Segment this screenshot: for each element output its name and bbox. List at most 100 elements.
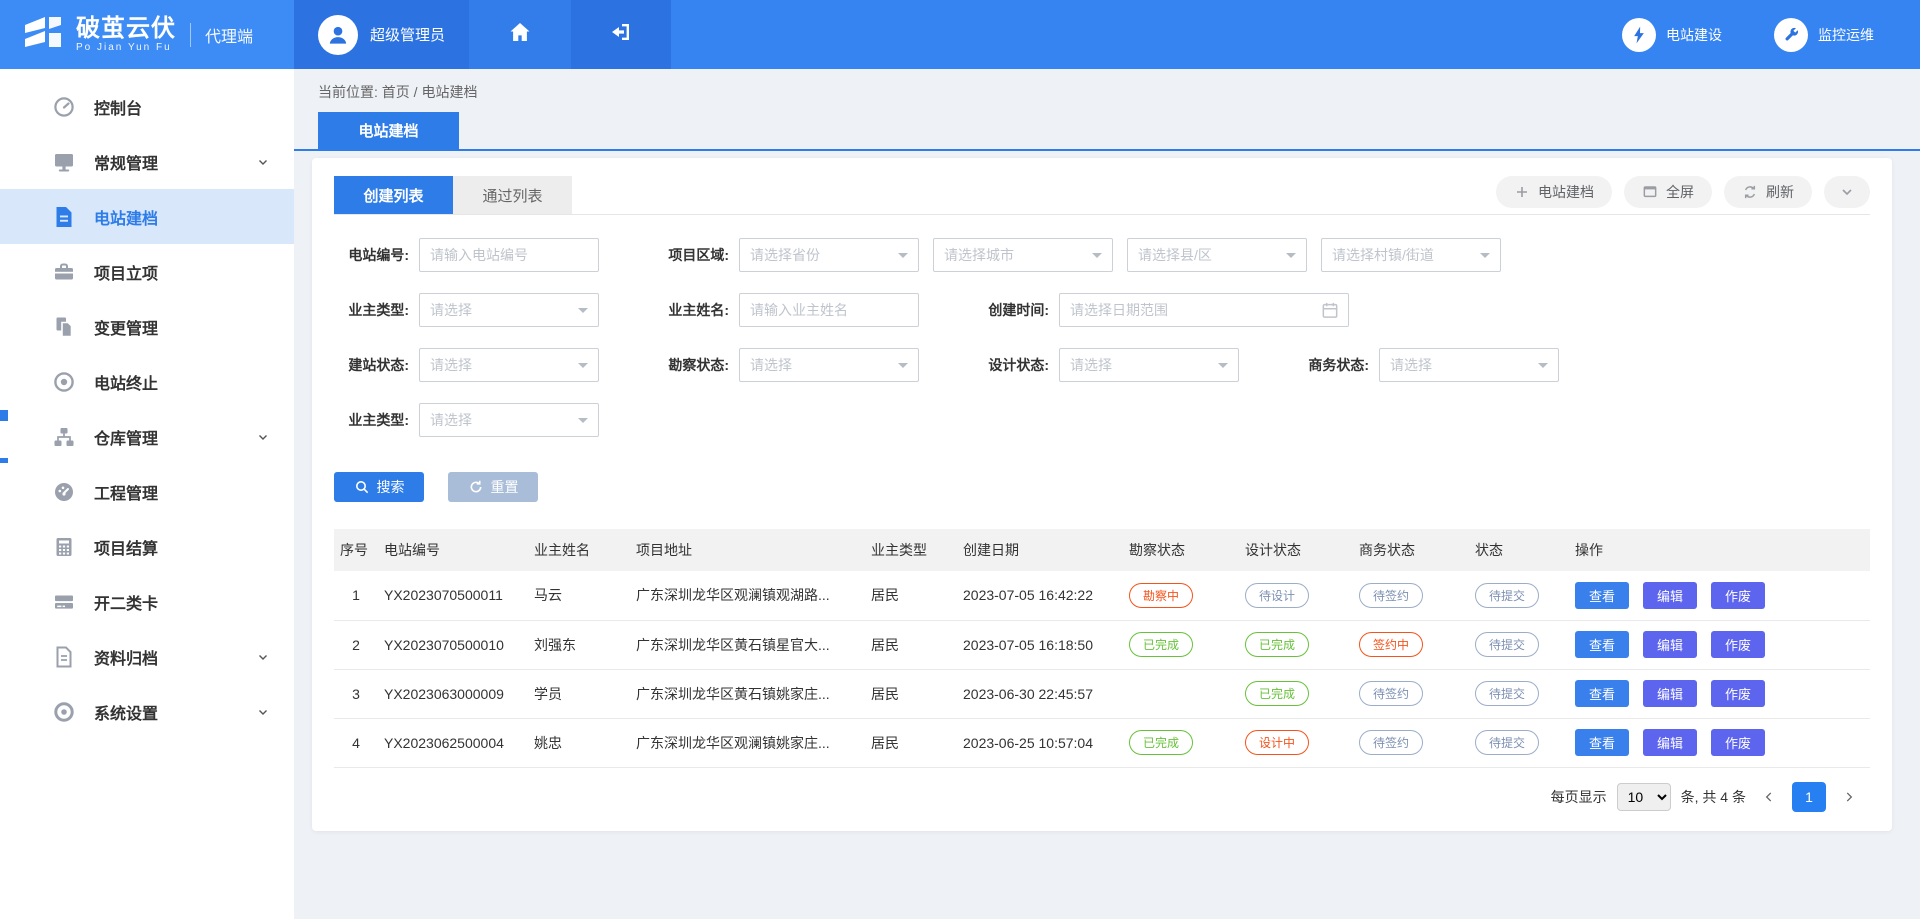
- station-code-input[interactable]: [419, 238, 599, 272]
- sidebar-item-label: 资料归档: [94, 645, 158, 669]
- logout-button[interactable]: [571, 0, 671, 69]
- next-page-button[interactable]: [1836, 782, 1862, 812]
- owner-type-label: 业主类型:: [334, 300, 419, 320]
- sidebar-item-station-termination[interactable]: 电站终止: [0, 354, 294, 409]
- edit-button[interactable]: 编辑: [1643, 729, 1697, 756]
- home-button[interactable]: [469, 0, 571, 69]
- user-name: 超级管理员: [370, 24, 445, 45]
- sidebar-item-warehouse-mgmt[interactable]: 仓库管理: [0, 409, 294, 464]
- district-select[interactable]: 请选择县/区: [1127, 238, 1307, 272]
- caret-down-icon: [898, 363, 908, 373]
- top-header: 破茧云伏 Po Jian Yun Fu 代理端 超级管理员 电站建设: [0, 0, 1920, 69]
- page-number-button[interactable]: 1: [1792, 782, 1826, 812]
- sidebar-scroll-indicator: [0, 410, 8, 421]
- collapse-toolbar-button[interactable]: [1824, 176, 1870, 208]
- owner-type-select[interactable]: 请选择: [419, 293, 599, 327]
- city-select[interactable]: 请选择城市: [933, 238, 1113, 272]
- page-tab-bar: 电站建档: [294, 112, 1920, 151]
- nav-station-construction[interactable]: 电站建设: [1622, 18, 1722, 52]
- create-station-button[interactable]: 电站建档: [1496, 176, 1612, 208]
- cell-seq: 3: [334, 669, 378, 718]
- business-status-badge: 待签约: [1359, 730, 1423, 755]
- owner-type2-select[interactable]: 请选择: [419, 403, 599, 437]
- col-created: 创建日期: [957, 529, 1123, 571]
- cell-address: 广东深圳龙华区观澜镇观湖路...: [630, 571, 865, 620]
- page-tab-station-archive[interactable]: 电站建档: [318, 112, 459, 149]
- col-status: 状态: [1469, 529, 1569, 571]
- nav-monitoring-ops[interactable]: 监控运维: [1774, 18, 1874, 52]
- void-button[interactable]: 作废: [1711, 631, 1765, 658]
- user-menu[interactable]: 超级管理员: [294, 0, 469, 69]
- city-placeholder: 请选择城市: [944, 245, 1014, 265]
- search-button[interactable]: 搜索: [334, 472, 424, 502]
- prev-page-button[interactable]: [1756, 782, 1782, 812]
- view-button[interactable]: 查看: [1575, 680, 1629, 707]
- card-icon: [52, 590, 76, 614]
- search-label: 搜索: [377, 477, 405, 497]
- void-button[interactable]: 作废: [1711, 729, 1765, 756]
- chevron-down-icon: [1839, 184, 1855, 200]
- owner-name-input[interactable]: [739, 293, 919, 327]
- tab-passed-list[interactable]: 通过列表: [453, 176, 572, 214]
- caret-down-icon: [1538, 363, 1548, 373]
- province-select[interactable]: 请选择省份: [739, 238, 919, 272]
- col-survey: 勘察状态: [1123, 529, 1239, 571]
- cell-type: 居民: [865, 620, 957, 669]
- breadcrumb-path[interactable]: 首页 / 电站建档: [382, 84, 478, 100]
- owner-type-placeholder: 请选择: [430, 300, 472, 320]
- per-page-select[interactable]: 10: [1617, 783, 1671, 811]
- cell-code: YX2023070500011: [378, 571, 528, 620]
- breadcrumb-label: 当前位置:: [318, 84, 378, 100]
- survey-status-select[interactable]: 请选择: [739, 348, 919, 382]
- calculator-icon: [52, 535, 76, 559]
- sidebar-item-label: 项目立项: [94, 260, 158, 284]
- view-button[interactable]: 查看: [1575, 582, 1629, 609]
- tab-create-list[interactable]: 创建列表: [334, 176, 453, 214]
- col-actions: 操作: [1569, 529, 1870, 571]
- caret-down-icon: [578, 418, 588, 428]
- col-business: 商务状态: [1353, 529, 1469, 571]
- nav-monitoring-ops-label: 监控运维: [1818, 25, 1874, 45]
- business-status-select[interactable]: 请选择: [1379, 348, 1559, 382]
- col-address: 项目地址: [630, 529, 865, 571]
- edit-button[interactable]: 编辑: [1643, 582, 1697, 609]
- design-status-select[interactable]: 请选择: [1059, 348, 1239, 382]
- logout-icon: [609, 20, 633, 49]
- date-range-input[interactable]: [1059, 293, 1349, 327]
- col-code: 电站编号: [378, 529, 528, 571]
- chevron-down-icon: [256, 155, 270, 169]
- dashboard-icon: [52, 95, 76, 119]
- design-status-badge: 已完成: [1245, 681, 1309, 706]
- reset-button[interactable]: 重置: [448, 472, 538, 502]
- sidebar-item-engineering-mgmt[interactable]: 工程管理: [0, 464, 294, 519]
- sidebar-item-station-archive[interactable]: 电站建档: [0, 189, 294, 244]
- build-status-select[interactable]: 请选择: [419, 348, 599, 382]
- edit-button[interactable]: 编辑: [1643, 680, 1697, 707]
- reset-icon: [468, 479, 484, 495]
- sidebar-item-project-settlement[interactable]: 项目结算: [0, 519, 294, 574]
- sidebar-item-console[interactable]: 控制台: [0, 79, 294, 134]
- table-row: 3 YX2023063000009 学员 广东深圳龙华区黄石镇姚家庄... 居民…: [334, 669, 1870, 718]
- refresh-button[interactable]: 刷新: [1724, 176, 1812, 208]
- sidebar-item-change-mgmt[interactable]: 变更管理: [0, 299, 294, 354]
- edit-button[interactable]: 编辑: [1643, 631, 1697, 658]
- cell-owner: 刘强东: [528, 620, 630, 669]
- caret-down-icon: [898, 253, 908, 263]
- village-select[interactable]: 请选择村镇/街道: [1321, 238, 1501, 272]
- sidebar-item-system-settings[interactable]: 系统设置: [0, 684, 294, 739]
- owner-name-label: 业主姓名:: [654, 300, 739, 320]
- copy-icon: [52, 315, 76, 339]
- fullscreen-button[interactable]: 全屏: [1624, 176, 1712, 208]
- void-button[interactable]: 作废: [1711, 680, 1765, 707]
- cell-seq: 1: [334, 571, 378, 620]
- sidebar-item-open-card[interactable]: 开二类卡: [0, 574, 294, 629]
- sidebar-item-data-archive[interactable]: 资料归档: [0, 629, 294, 684]
- content-card: 创建列表 通过列表 电站建档 全屏 刷新: [312, 158, 1892, 831]
- briefcase-icon: [52, 260, 76, 284]
- sidebar-item-general-mgmt[interactable]: 常规管理: [0, 134, 294, 189]
- sidebar-item-project-initiation[interactable]: 项目立项: [0, 244, 294, 299]
- void-button[interactable]: 作废: [1711, 582, 1765, 609]
- view-button[interactable]: 查看: [1575, 729, 1629, 756]
- view-button[interactable]: 查看: [1575, 631, 1629, 658]
- owner-type2-label: 业主类型:: [334, 410, 419, 430]
